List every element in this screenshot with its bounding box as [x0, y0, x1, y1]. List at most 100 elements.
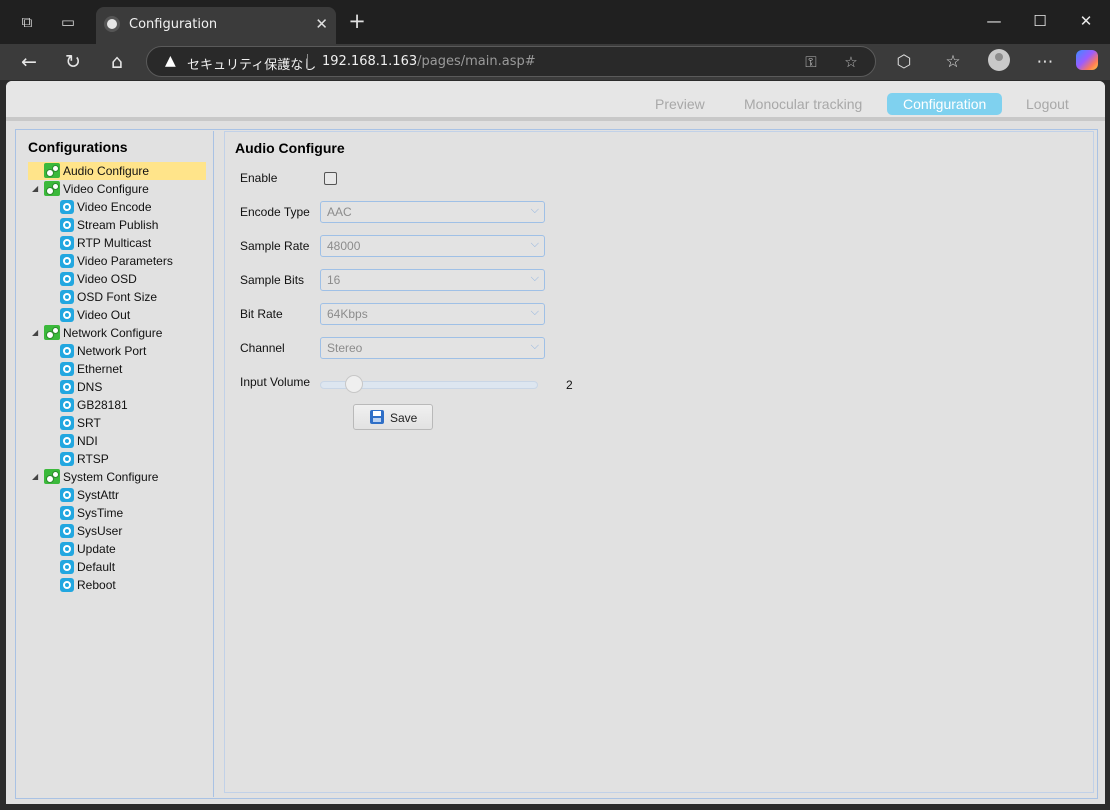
- collapse-arrow-icon[interactable]: ◢: [32, 324, 38, 342]
- url-path: /pages/main.asp#: [417, 54, 536, 69]
- encode-type-select[interactable]: AAC ⌵: [320, 201, 545, 223]
- tree-label: Network Port: [77, 344, 147, 358]
- tree-label: Video Configure: [63, 182, 149, 196]
- nav-monocular-tracking[interactable]: Monocular tracking: [728, 93, 878, 115]
- sample-rate-select[interactable]: 48000 ⌵: [320, 235, 545, 257]
- tree-label: SysTime: [77, 506, 124, 520]
- tab-actions-icon[interactable]: ▭: [58, 12, 78, 32]
- content-frame: Configurations Audio Configure ◢ Video Co…: [15, 129, 1098, 799]
- tree-item-ndi[interactable]: NDI: [60, 432, 98, 450]
- tree-label: RTP Multicast: [77, 236, 152, 250]
- tree-label: Default: [77, 560, 116, 574]
- tree-item-osd-font-size[interactable]: OSD Font Size: [60, 288, 157, 306]
- warning-icon[interactable]: ▲: [165, 53, 176, 69]
- favorite-star-icon[interactable]: ☆: [841, 52, 861, 72]
- chevron-down-icon: ⌵: [530, 237, 539, 250]
- more-icon[interactable]: ⋯: [1033, 50, 1057, 74]
- audio-configure-panel: Audio Configure Enable Encode Type AAC ⌵…: [224, 131, 1094, 793]
- security-warning[interactable]: セキュリティ保護なし: [187, 54, 316, 73]
- tree-label: Stream Publish: [77, 218, 159, 232]
- gears-icon: [44, 163, 60, 178]
- tree-item-system-configure[interactable]: ◢ System Configure: [28, 468, 158, 486]
- profile-icon[interactable]: [988, 49, 1010, 71]
- nav-preview[interactable]: Preview: [639, 93, 721, 115]
- save-label: Save: [390, 411, 418, 425]
- workspaces-icon[interactable]: ⧉: [17, 12, 37, 32]
- tree-item-video-configure[interactable]: ◢ Video Configure: [28, 180, 149, 198]
- gears-icon: [44, 325, 60, 340]
- extensions-icon[interactable]: ⬡: [892, 50, 916, 74]
- input-volume-label: Input Volume: [240, 375, 311, 389]
- gear-icon: [60, 542, 74, 556]
- gear-icon: [60, 272, 74, 286]
- tab-title: Configuration: [129, 17, 218, 32]
- floppy-disk-icon: [370, 410, 384, 424]
- tree-item-default[interactable]: Default: [60, 558, 115, 576]
- tree-item-reboot[interactable]: Reboot: [60, 576, 116, 594]
- gear-icon: [60, 416, 74, 430]
- tree-item-gb28181[interactable]: GB28181: [60, 396, 128, 414]
- gear-icon: [60, 200, 74, 214]
- browser-tab[interactable]: Configuration ✕: [96, 7, 336, 44]
- tree-item-video-out[interactable]: Video Out: [60, 306, 130, 324]
- collapse-arrow-icon[interactable]: ◢: [32, 468, 38, 486]
- tree-item-systime[interactable]: SysTime: [60, 504, 123, 522]
- refresh-icon[interactable]: ↻: [61, 50, 85, 74]
- encode-type-label: Encode Type: [240, 205, 310, 219]
- gear-icon: [60, 254, 74, 268]
- tree-item-video-encode[interactable]: Video Encode: [60, 198, 152, 216]
- maximize-icon[interactable]: ☐: [1031, 12, 1049, 30]
- new-tab-icon[interactable]: +: [346, 11, 368, 33]
- camera-favicon-icon: [104, 16, 120, 32]
- tree-item-audio-configure[interactable]: Audio Configure: [28, 162, 206, 180]
- nav-logout[interactable]: Logout: [1010, 93, 1085, 115]
- tree-item-network-port[interactable]: Network Port: [60, 342, 146, 360]
- tree-item-video-parameters[interactable]: Video Parameters: [60, 252, 173, 270]
- chevron-down-icon: ⌵: [530, 339, 539, 352]
- back-icon[interactable]: ←: [17, 50, 41, 74]
- tree-item-rtp-multicast[interactable]: RTP Multicast: [60, 234, 151, 252]
- enable-checkbox[interactable]: [324, 172, 337, 185]
- tree-item-network-configure[interactable]: ◢ Network Configure: [28, 324, 162, 342]
- window-close-icon[interactable]: ✕: [1077, 12, 1095, 30]
- favorites-icon[interactable]: ☆: [941, 50, 965, 74]
- bit-rate-label: Bit Rate: [240, 307, 283, 321]
- tree-item-update[interactable]: Update: [60, 540, 116, 558]
- tree-item-video-osd[interactable]: Video OSD: [60, 270, 137, 288]
- channel-select[interactable]: Stereo ⌵: [320, 337, 545, 359]
- tree-label: System Configure: [63, 470, 159, 484]
- bit-rate-select[interactable]: 64Kbps ⌵: [320, 303, 545, 325]
- chevron-down-icon: ⌵: [530, 203, 539, 216]
- tab-close-icon[interactable]: ✕: [315, 15, 328, 33]
- address-bar[interactable]: ▲ セキュリティ保護なし 192.168.1.163/pages/main.as…: [146, 46, 876, 77]
- input-volume-value: 2: [566, 378, 573, 392]
- gears-icon: [44, 469, 60, 484]
- home-icon[interactable]: ⌂: [105, 50, 129, 74]
- copilot-icon[interactable]: [1076, 50, 1098, 70]
- minimize-icon[interactable]: —: [985, 12, 1003, 30]
- tree-item-sysuser[interactable]: SysUser: [60, 522, 122, 540]
- tree-label: Update: [77, 542, 116, 556]
- sample-rate-label: Sample Rate: [240, 239, 310, 253]
- select-value: 48000: [327, 239, 361, 253]
- tree-item-srt[interactable]: SRT: [60, 414, 101, 432]
- tree-item-rtsp[interactable]: RTSP: [60, 450, 109, 468]
- url-text[interactable]: 192.168.1.163/pages/main.asp#: [322, 54, 536, 69]
- tree-label: SystAttr: [77, 488, 120, 502]
- tree-item-stream-publish[interactable]: Stream Publish: [60, 216, 158, 234]
- tree-item-ethernet[interactable]: Ethernet: [60, 360, 122, 378]
- key-icon[interactable]: ⚿: [801, 52, 821, 72]
- tree-item-systattr[interactable]: SystAttr: [60, 486, 119, 504]
- chevron-down-icon: ⌵: [530, 271, 539, 284]
- gear-icon: [60, 434, 74, 448]
- save-button[interactable]: Save: [353, 404, 433, 430]
- collapse-arrow-icon[interactable]: ◢: [32, 180, 38, 198]
- slider-handle[interactable]: [345, 375, 363, 393]
- url-host: 192.168.1.163: [322, 54, 418, 69]
- gear-icon: [60, 290, 74, 304]
- tree-item-dns[interactable]: DNS: [60, 378, 102, 396]
- nav-configuration[interactable]: Configuration: [887, 93, 1003, 115]
- gear-icon: [60, 524, 74, 538]
- sample-bits-select[interactable]: 16 ⌵: [320, 269, 545, 291]
- section-title: Audio Configure: [235, 140, 345, 156]
